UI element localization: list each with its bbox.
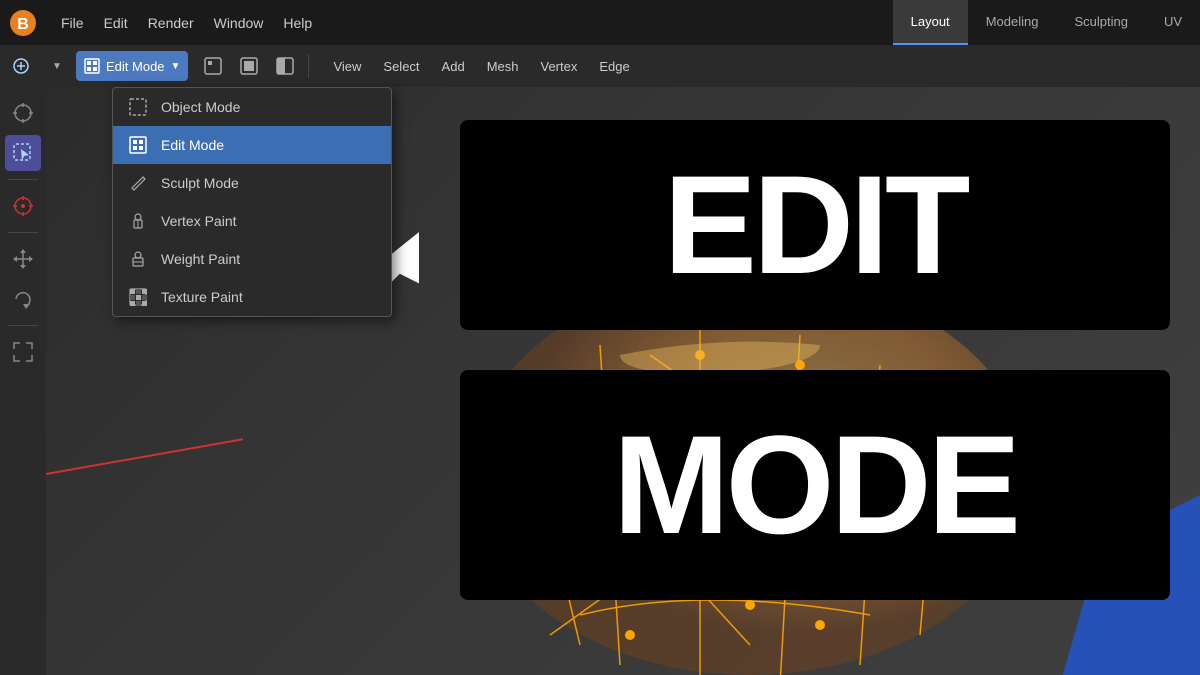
menu-window[interactable]: Window (206, 11, 272, 35)
edit-text: EDIT (664, 155, 967, 295)
mode-text-box: MODE (460, 370, 1170, 600)
mode-text: MODE (613, 415, 1017, 555)
tool-move[interactable] (5, 241, 41, 277)
mode-dropdown-menu: Object Mode Edit Mode Sculpt Mode (112, 87, 392, 317)
vertex-paint-label: Vertex Paint (161, 213, 237, 229)
weight-paint-label: Weight Paint (161, 251, 240, 267)
object-mode-icon (127, 96, 149, 118)
top-menu-items: File Edit Render Window Help (45, 11, 328, 35)
sculpt-mode-icon (127, 172, 149, 194)
tool-target[interactable] (5, 188, 41, 224)
mode-selector-group: ▼ Edit Mode ▼ (4, 49, 188, 83)
view-material-btn[interactable] (268, 49, 302, 83)
texture-paint-icon (127, 286, 149, 308)
tool-cursor[interactable] (5, 95, 41, 131)
texture-paint-label: Texture Paint (161, 289, 243, 305)
menu-render[interactable]: Render (140, 11, 202, 35)
menu-file[interactable]: File (53, 11, 92, 35)
tool-separator-3 (8, 325, 38, 326)
mode-chevron-btn[interactable]: ▼ (40, 49, 74, 83)
tab-modeling[interactable]: Modeling (968, 0, 1057, 45)
tool-select[interactable] (5, 135, 41, 171)
svg-text:B: B (17, 16, 29, 33)
nav-mesh[interactable]: Mesh (477, 55, 529, 78)
weight-paint-icon (127, 248, 149, 270)
mode-dropdown-chevron: ▼ (171, 61, 181, 72)
view-solid-btn[interactable] (232, 49, 266, 83)
nav-edge[interactable]: Edge (589, 55, 639, 78)
edit-mode-label: Edit Mode (161, 137, 224, 153)
dropdown-item-weight-paint[interactable]: Weight Paint (113, 240, 391, 278)
toolbar-separator-1 (308, 54, 309, 78)
nav-add[interactable]: Add (432, 55, 475, 78)
menu-edit[interactable]: Edit (96, 11, 136, 35)
dropdown-item-texture-paint[interactable]: Texture Paint (113, 278, 391, 316)
mode-dropdown[interactable]: Edit Mode ▼ (76, 51, 188, 81)
tab-uv[interactable]: UV (1146, 0, 1200, 45)
tool-fullscreen[interactable] (5, 334, 41, 370)
dropdown-item-edit-mode[interactable]: Edit Mode (113, 126, 391, 164)
tool-rotate[interactable] (5, 281, 41, 317)
sculpt-mode-label: Sculpt Mode (161, 175, 239, 191)
dropdown-item-vertex-paint[interactable]: Vertex Paint (113, 202, 391, 240)
menu-help[interactable]: Help (275, 11, 320, 35)
tab-layout[interactable]: Layout (893, 0, 968, 45)
workspace-tabs: Layout Modeling Sculpting UV (893, 0, 1200, 45)
nav-select[interactable]: Select (373, 55, 429, 78)
mode-label: Edit Mode (106, 59, 165, 74)
mode-icon-btn[interactable] (4, 49, 38, 83)
tool-separator-1 (8, 179, 38, 180)
header-nav-items: View Select Add Mesh Vertex Edge (323, 55, 639, 78)
vertex-paint-icon (127, 210, 149, 232)
edit-mode-icon (127, 134, 149, 156)
tab-sculpting[interactable]: Sculpting (1056, 0, 1145, 45)
dropdown-item-sculpt-mode[interactable]: Sculpt Mode (113, 164, 391, 202)
nav-vertex[interactable]: Vertex (530, 55, 587, 78)
nav-view[interactable]: View (323, 55, 371, 78)
view-overlay-btn[interactable] (196, 49, 230, 83)
blender-logo[interactable]: B (0, 0, 45, 45)
edit-text-box: EDIT (460, 120, 1170, 330)
left-toolbar (0, 87, 46, 675)
top-menubar: B File Edit Render Window Help Layout Mo… (0, 0, 1200, 45)
header-toolbar: ▼ Edit Mode ▼ (0, 45, 1200, 87)
dropdown-item-object-mode[interactable]: Object Mode (113, 88, 391, 126)
tool-separator-2 (8, 232, 38, 233)
object-mode-label: Object Mode (161, 99, 240, 115)
